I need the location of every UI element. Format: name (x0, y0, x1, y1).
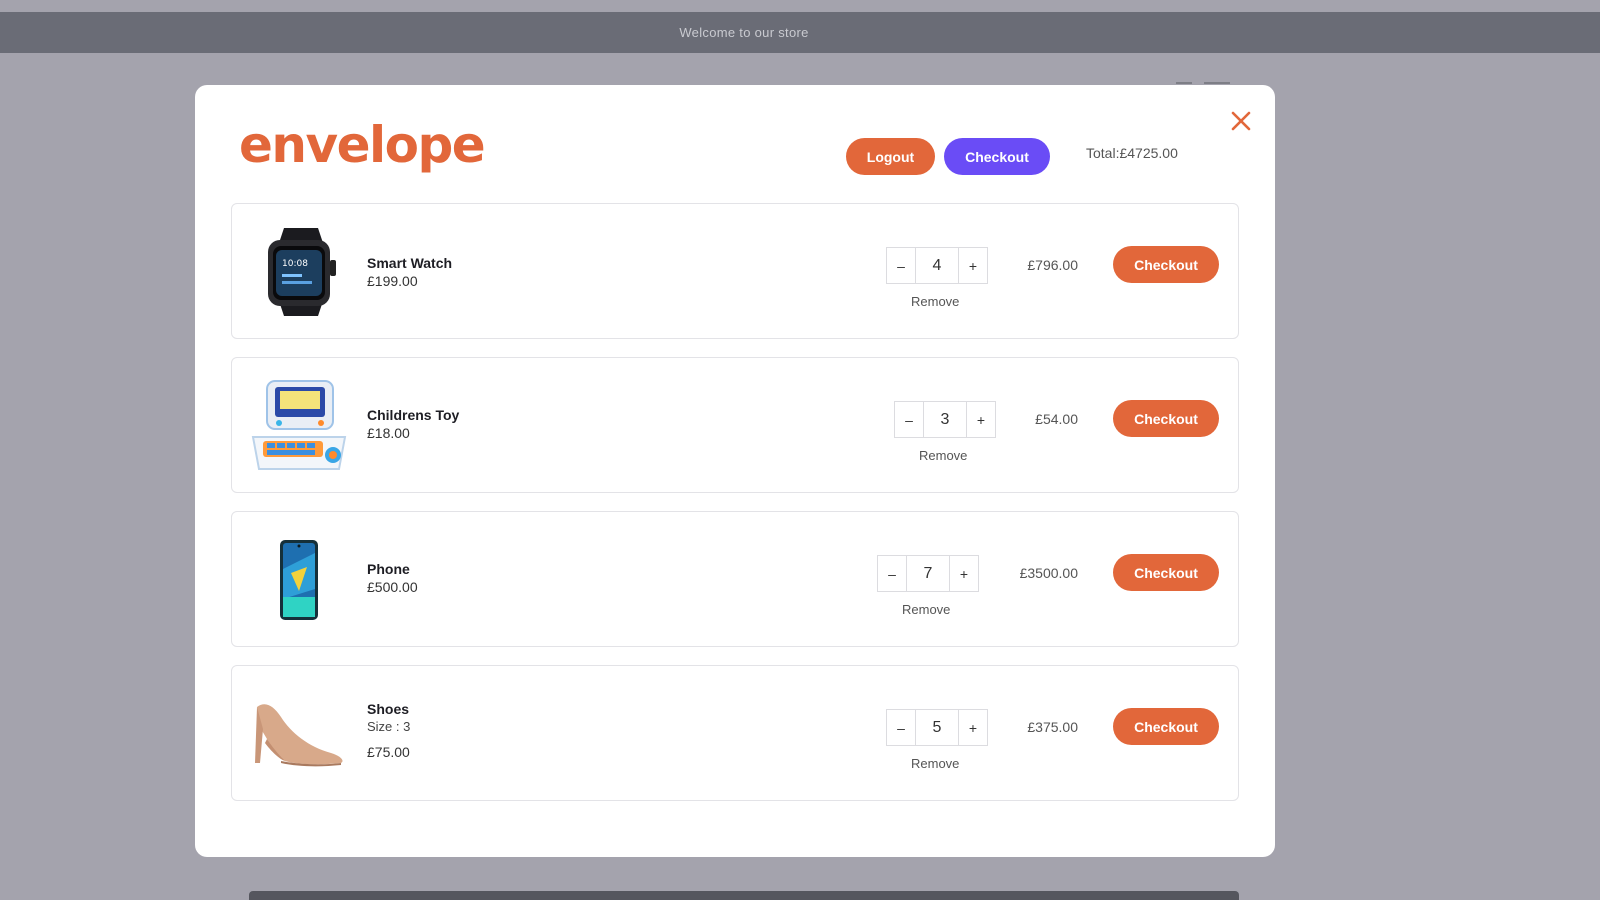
item-line-total: £796.00 (1027, 257, 1078, 273)
product-unit-price: £18.00 (367, 425, 410, 441)
product-name: Childrens Toy (367, 407, 460, 423)
banner-text: Welcome to our store (679, 25, 809, 40)
cart-total: Total:£4725.00 (1086, 145, 1178, 161)
quantity-value: 4 (915, 248, 959, 283)
decrease-quantity-button[interactable]: – (878, 556, 906, 591)
page-top-strip (0, 0, 1600, 12)
logout-button[interactable]: Logout (846, 138, 935, 175)
cart-item-row: Phone £500.00 – 7 + Remove £3500.00 Chec… (231, 511, 1239, 647)
background-footer-bar (249, 891, 1239, 900)
item-line-total: £54.00 (1035, 411, 1078, 427)
kids-laptop-toy-image (248, 376, 350, 476)
cart-item-row: 10:08 Smart Watch £199.00 – 4 + Remove £… (231, 203, 1239, 339)
quantity-value: 7 (906, 556, 950, 591)
item-line-total: £375.00 (1027, 719, 1078, 735)
item-checkout-button[interactable]: Checkout (1113, 708, 1219, 745)
quantity-stepper: – 7 + (877, 555, 979, 592)
checkout-all-button[interactable]: Checkout (944, 138, 1050, 175)
cart-modal: envelope Logout Checkout Total:£4725.00 … (195, 85, 1275, 857)
product-name: Smart Watch (367, 255, 453, 271)
close-icon[interactable] (1228, 108, 1254, 134)
decrease-quantity-button[interactable]: – (887, 710, 915, 745)
quantity-stepper: – 3 + (894, 401, 996, 438)
decrease-quantity-button[interactable]: – (887, 248, 915, 283)
remove-item-link[interactable]: Remove (911, 756, 959, 771)
svg-text:10:08: 10:08 (282, 259, 308, 269)
remove-item-link[interactable]: Remove (902, 602, 950, 617)
brand-logo: envelope (239, 116, 486, 174)
quantity-stepper: – 5 + (886, 709, 988, 746)
quantity-value: 3 (923, 402, 967, 437)
background-icon (1176, 82, 1192, 84)
high-heel-shoe-image (248, 684, 350, 784)
product-name: Phone (367, 561, 410, 577)
quantity-value: 5 (915, 710, 959, 745)
product-unit-price: £199.00 (367, 273, 418, 289)
product-name: Shoes (367, 701, 410, 717)
product-unit-price: £75.00 (367, 744, 410, 760)
product-unit-price: £500.00 (367, 579, 418, 595)
increase-quantity-button[interactable]: + (950, 556, 978, 591)
background-icon (1204, 82, 1230, 84)
remove-item-link[interactable]: Remove (911, 294, 959, 309)
phone-image (248, 530, 350, 630)
item-checkout-button[interactable]: Checkout (1113, 400, 1219, 437)
item-line-total: £3500.00 (1019, 565, 1078, 581)
cart-item-row: Childrens Toy £18.00 – 3 + Remove £54.00… (231, 357, 1239, 493)
smart-watch-image: 10:08 (248, 222, 350, 322)
item-checkout-button[interactable]: Checkout (1113, 246, 1219, 283)
total-label: Total: (1086, 145, 1120, 161)
store-banner: Welcome to our store (0, 12, 1600, 53)
increase-quantity-button[interactable]: + (959, 248, 987, 283)
increase-quantity-button[interactable]: + (967, 402, 995, 437)
cart-item-row: Shoes Size : 3 £75.00 – 5 + Remove £375.… (231, 665, 1239, 801)
remove-item-link[interactable]: Remove (919, 448, 967, 463)
increase-quantity-button[interactable]: + (959, 710, 987, 745)
item-checkout-button[interactable]: Checkout (1113, 554, 1219, 591)
quantity-stepper: – 4 + (886, 247, 988, 284)
total-value: £4725.00 (1119, 145, 1178, 161)
decrease-quantity-button[interactable]: – (895, 402, 923, 437)
product-size: Size : 3 (367, 719, 411, 734)
